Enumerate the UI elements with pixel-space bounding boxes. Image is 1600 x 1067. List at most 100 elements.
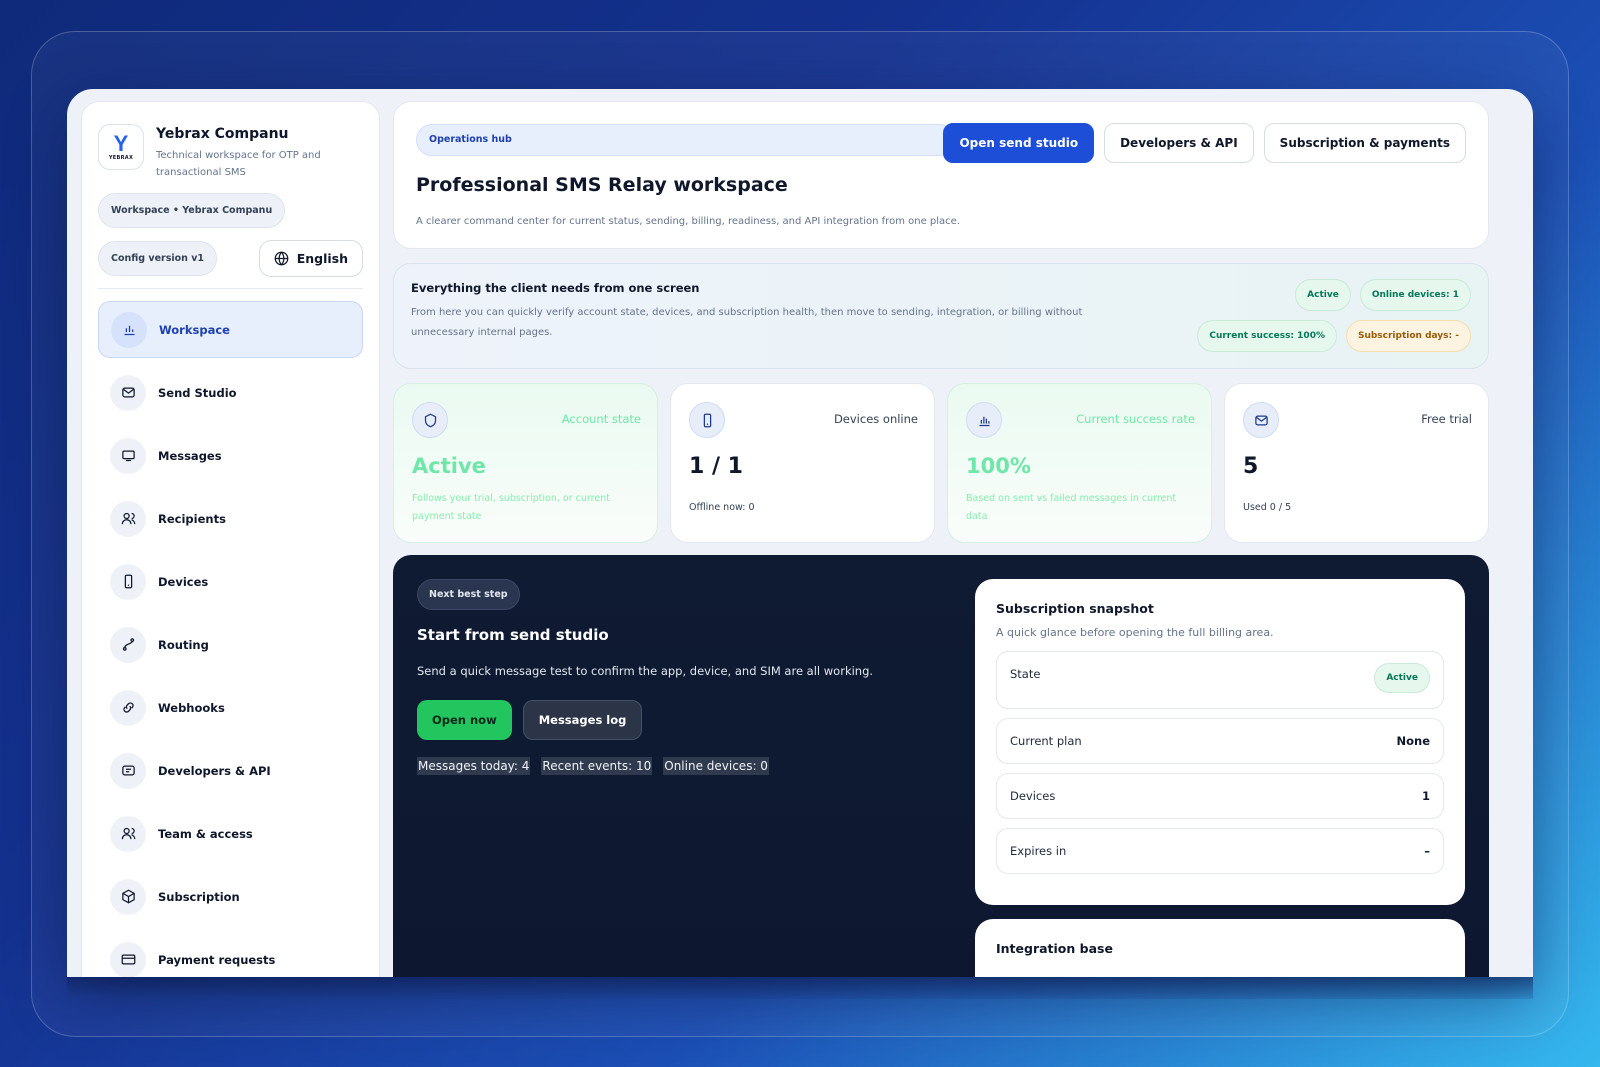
sidebar-item-devices[interactable]: Devices xyxy=(98,553,363,610)
sidebar-item-send-studio[interactable]: Send Studio xyxy=(98,364,363,421)
snapshot-title: Subscription snapshot xyxy=(996,601,1154,616)
logo-letter: Y xyxy=(113,131,129,156)
summary-text: From here you can quickly verify account… xyxy=(411,307,1083,338)
messages-log-button[interactable]: Messages log xyxy=(522,700,643,740)
sidebar: Y YEBRAX Yebrax Companu Technical worksp… xyxy=(81,101,380,977)
sidebar-item-messages[interactable]: Messages xyxy=(98,427,363,484)
sidebar-item-team[interactable]: Team & access xyxy=(98,805,363,862)
chart-icon xyxy=(111,311,147,348)
language-label: English xyxy=(296,251,348,266)
snapshot-value: – xyxy=(1424,844,1430,858)
sidebar-item-label: Payment requests xyxy=(158,952,276,967)
snapshot-row-plan: Current plan None xyxy=(996,718,1444,764)
webhook-icon xyxy=(110,689,146,726)
stat-label: Account state xyxy=(561,412,641,426)
subscription-payments-button[interactable]: Subscription & payments xyxy=(1263,123,1466,163)
summary-badges: Active Online devices: 1 Current success… xyxy=(1151,279,1471,352)
header-card: Operations hub Professional SMS Relay wo… xyxy=(393,101,1489,249)
sidebar-item-subscription[interactable]: Subscription xyxy=(98,868,363,925)
language-button[interactable]: English xyxy=(258,240,363,277)
stat-foot: Offline now: 0 xyxy=(689,502,755,513)
page-title: Professional SMS Relay workspace xyxy=(416,174,788,196)
stat-value: 1 / 1 xyxy=(689,454,743,479)
card-icon xyxy=(110,941,146,977)
stat-label: Current success rate xyxy=(1076,412,1195,426)
phone-icon xyxy=(110,563,146,600)
messages-today-stat: Messages today: 4 xyxy=(417,757,531,775)
sidebar-item-payment-requests[interactable]: Payment requests xyxy=(98,931,363,977)
snapshot-label: Devices xyxy=(1010,789,1056,803)
sidebar-item-label: Workspace xyxy=(159,322,230,337)
brand-name: Yebrax Companu xyxy=(156,126,289,142)
snapshot-label: State xyxy=(1010,667,1041,681)
sidebar-item-label: Routing xyxy=(158,637,209,652)
mail-icon xyxy=(110,374,146,411)
sidebar-item-label: Recipients xyxy=(158,511,226,526)
sidebar-item-workspace[interactable]: Workspace xyxy=(98,301,363,358)
workspace-chip: Workspace • Yebrax Companu xyxy=(98,193,286,228)
sidebar-item-routing[interactable]: Routing xyxy=(98,616,363,673)
summary-card: Everything the client needs from one scr… xyxy=(393,263,1489,369)
integration-title: Integration base xyxy=(996,941,1113,956)
sidebar-item-label: Subscription xyxy=(158,889,240,904)
recent-events-stat: Recent events: 10 xyxy=(541,757,653,775)
sidebar-item-label: Developers & API xyxy=(158,763,271,778)
snapshot-value: None xyxy=(1396,734,1430,748)
sidebar-item-label: Webhooks xyxy=(158,700,225,715)
online-devices-badge: Online devices: 1 xyxy=(1359,279,1471,311)
current-success-badge: Current success: 100% xyxy=(1197,320,1337,352)
free-trial-card: Free trial 5 Used 0 / 5 xyxy=(1224,383,1489,543)
snapshot-subtitle: A quick glance before opening the full b… xyxy=(996,626,1274,639)
stat-value: 5 xyxy=(1243,454,1259,479)
next-step-pill: Next best step xyxy=(417,579,520,610)
snapshot-label: Expires in xyxy=(1010,844,1067,858)
page-subtitle: A clearer command center for current sta… xyxy=(416,216,960,227)
code-icon xyxy=(110,752,146,789)
developers-api-button[interactable]: Developers & API xyxy=(1104,123,1254,163)
open-now-button[interactable]: Open now xyxy=(417,700,512,740)
devices-online-card: Devices online 1 / 1 Offline now: 0 xyxy=(670,383,935,543)
online-devices-stat: Online devices: 0 xyxy=(663,757,769,775)
open-send-studio-button[interactable]: Open send studio xyxy=(943,123,1095,163)
state-badge: Active xyxy=(1374,663,1430,693)
inbox-icon xyxy=(110,437,146,474)
sidebar-item-label: Team & access xyxy=(158,826,253,841)
snapshot-row-expires: Expires in – xyxy=(996,828,1444,874)
stat-foot: Used 0 / 5 xyxy=(1243,502,1292,513)
window-base xyxy=(67,977,1533,999)
success-rate-card: Current success rate 100% Based on sent … xyxy=(947,383,1212,543)
header-actions: Open send studio Developers & API Subscr… xyxy=(943,123,1466,163)
app-window: Y YEBRAX Yebrax Companu Technical worksp… xyxy=(67,89,1533,977)
stat-label: Free trial xyxy=(1421,412,1472,426)
brand: Y YEBRAX Yebrax Companu Technical worksp… xyxy=(98,124,363,181)
sidebar-item-label: Devices xyxy=(158,574,209,589)
shield-icon xyxy=(412,402,448,438)
brand-logo: Y YEBRAX xyxy=(98,124,144,170)
sidebar-item-developers[interactable]: Developers & API xyxy=(98,742,363,799)
bar-chart-icon xyxy=(966,402,1002,438)
sidebar-item-label: Messages xyxy=(158,448,222,463)
sidebar-divider xyxy=(98,288,363,289)
config-version-chip: Config version v1 xyxy=(98,241,218,276)
box-icon xyxy=(110,878,146,915)
snapshot-row-devices: Devices 1 xyxy=(996,773,1444,819)
logo-text: YEBRAX xyxy=(108,155,134,161)
subscription-snapshot-card: Subscription snapshot A quick glance bef… xyxy=(975,579,1465,905)
phone-icon xyxy=(689,402,725,438)
operations-hub-pill: Operations hub xyxy=(416,124,956,156)
integration-base-card: Integration base xyxy=(975,919,1465,977)
active-badge: Active xyxy=(1295,279,1351,311)
team-icon xyxy=(110,815,146,852)
sidebar-item-label: Send Studio xyxy=(158,385,237,400)
brand-subtitle: Technical workspace for OTP and transact… xyxy=(156,150,321,178)
stat-value: Active xyxy=(412,454,486,478)
snapshot-row-state: State Active xyxy=(996,651,1444,709)
route-icon xyxy=(110,626,146,663)
snapshot-label: Current plan xyxy=(1010,734,1082,748)
sidebar-item-recipients[interactable]: Recipients xyxy=(98,490,363,547)
subscription-days-badge: Subscription days: - xyxy=(1345,320,1471,352)
snapshot-value: 1 xyxy=(1421,789,1430,803)
sidebar-item-webhooks[interactable]: Webhooks xyxy=(98,679,363,736)
mail-icon xyxy=(1243,402,1279,438)
stat-foot: Follows your trial, subscription, or cur… xyxy=(412,493,610,522)
